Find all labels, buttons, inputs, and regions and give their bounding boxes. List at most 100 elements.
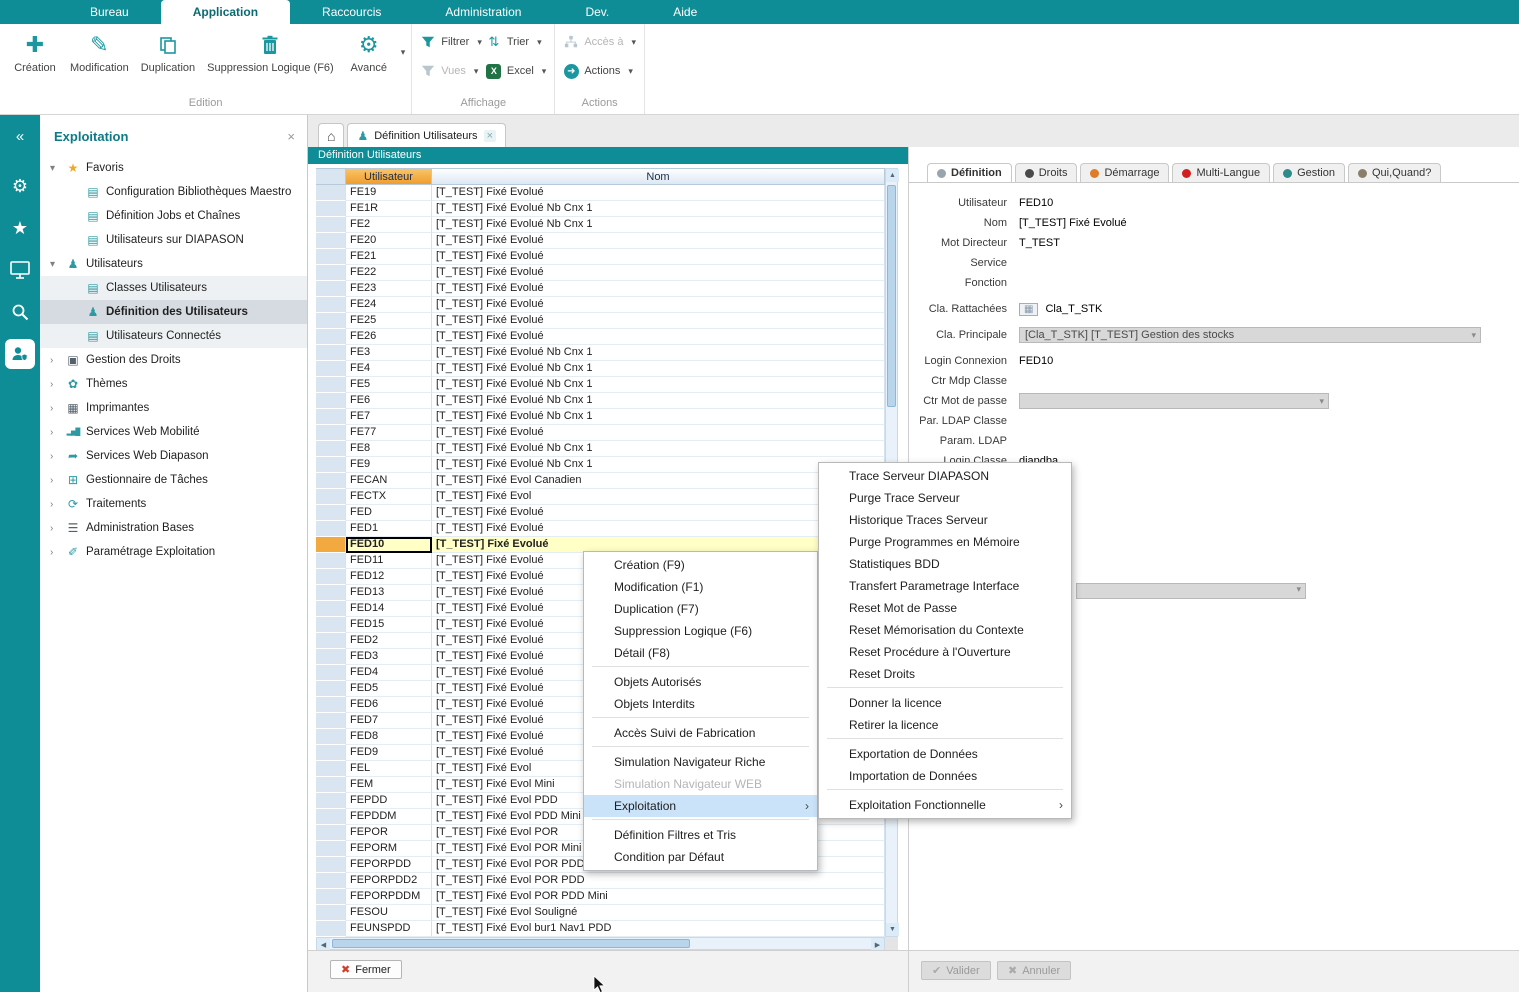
row-gutter[interactable] [316, 377, 346, 393]
cell-nom[interactable]: [T_TEST] Fixé Evolué [432, 265, 885, 281]
cell-utilisateur[interactable]: FED5 [346, 681, 432, 697]
menubar-item[interactable]: Administration [413, 0, 553, 24]
creation-button[interactable]: ✚ Création [6, 28, 64, 76]
chevron-down-icon[interactable]: ▾ [477, 37, 482, 48]
cell-nom[interactable]: [T_TEST] Fixé Evolué [432, 313, 885, 329]
row-gutter[interactable] [316, 217, 346, 233]
menu-item[interactable]: Exploitation › [584, 795, 817, 817]
cell-nom[interactable]: [T_TEST] Fixé Evolué Nb Cnx 1 [432, 217, 885, 233]
cell-nom[interactable]: [T_TEST] Fixé Evolué [432, 297, 885, 313]
submenu-item[interactable]: Donner la licence [819, 692, 1071, 714]
collapse-panel-icon[interactable]: « [0, 115, 40, 157]
row-gutter[interactable] [316, 809, 346, 825]
row-gutter[interactable] [316, 233, 346, 249]
table-row[interactable]: FE4 [T_TEST] Fixé Evolué Nb Cnx 1 [316, 361, 898, 377]
row-gutter[interactable] [316, 473, 346, 489]
row-gutter[interactable] [316, 793, 346, 809]
submenu-item[interactable]: Reset Droits [819, 663, 1071, 685]
panel-tab[interactable]: Définition [927, 163, 1012, 182]
cell-utilisateur[interactable]: FE20 [346, 233, 432, 249]
row-gutter[interactable] [316, 841, 346, 857]
table-row[interactable]: FE19 [T_TEST] Fixé Evolué [316, 185, 898, 201]
table-row[interactable]: FED [T_TEST] Fixé Evolué [316, 505, 898, 521]
chevron-icon[interactable]: › [50, 523, 64, 534]
duplication-button[interactable]: Duplication [135, 28, 201, 76]
cell-nom[interactable]: [T_TEST] Fixé Evolué [432, 281, 885, 297]
table-row[interactable]: FE5 [T_TEST] Fixé Evolué Nb Cnx 1 [316, 377, 898, 393]
header-nom[interactable]: Nom [432, 168, 885, 185]
table-row[interactable]: FED1 [T_TEST] Fixé Evolué [316, 521, 898, 537]
trier-button[interactable]: ⇅ Trier ▾ [486, 34, 546, 50]
chevron-icon[interactable]: ▾ [50, 259, 64, 270]
row-gutter[interactable] [316, 281, 346, 297]
submenu-item[interactable]: Statistiques BDD [819, 553, 1071, 575]
horizontal-scrollbar[interactable]: ◀ ▶ [316, 937, 885, 950]
menu-item[interactable]: Accès Suivi de Fabrication [584, 722, 817, 744]
submenu-item[interactable] [827, 687, 1063, 691]
row-gutter[interactable] [316, 665, 346, 681]
submenu-item[interactable]: Reset Procédure à l'Ouverture [819, 641, 1071, 663]
table-row[interactable]: FE9 [T_TEST] Fixé Evolué Nb Cnx 1 [316, 457, 898, 473]
row-gutter[interactable] [316, 729, 346, 745]
menu-item[interactable]: Simulation Navigateur WEB [584, 773, 817, 795]
star-icon[interactable]: ★ [0, 207, 40, 249]
cell-utilisateur[interactable]: FE4 [346, 361, 432, 377]
submenu-item[interactable]: Reset Mémorisation du Contexte [819, 619, 1071, 641]
chevron-icon[interactable]: › [50, 403, 64, 414]
users-admin-icon-active[interactable] [5, 339, 35, 369]
table-row[interactable]: FESOU [T_TEST] Fixé Evol Souligné [316, 905, 898, 921]
cell-utilisateur[interactable]: FE26 [346, 329, 432, 345]
row-gutter[interactable] [316, 825, 346, 841]
cell-utilisateur[interactable]: FED12 [346, 569, 432, 585]
menubar-item[interactable]: Bureau [58, 0, 161, 24]
filtrer-button[interactable]: Filtrer ▾ [420, 34, 482, 50]
panel-tab[interactable]: Droits [1015, 163, 1078, 182]
row-gutter[interactable] [316, 393, 346, 409]
chevron-down-icon[interactable]: ▾ [401, 47, 406, 58]
tree-item[interactable]: ▤ Définition Jobs et Chaînes [40, 204, 307, 228]
row-gutter[interactable] [316, 921, 346, 937]
chevron-icon[interactable]: › [50, 475, 64, 486]
row-gutter[interactable] [316, 505, 346, 521]
row-gutter[interactable] [316, 201, 346, 217]
row-gutter[interactable] [316, 313, 346, 329]
chevron-icon[interactable]: › [50, 379, 64, 390]
chevron-icon[interactable]: ▾ [50, 163, 64, 174]
cell-nom[interactable]: [T_TEST] Fixé Evolué [432, 233, 885, 249]
submenu-item[interactable]: Purge Programmes en Mémoire [819, 531, 1071, 553]
vertical-scroll-thumb[interactable] [887, 185, 896, 407]
cell-utilisateur[interactable]: FE21 [346, 249, 432, 265]
menubar-item[interactable]: Raccourcis [290, 0, 413, 24]
table-row[interactable]: FECAN [T_TEST] Fixé Evol Canadien [316, 473, 898, 489]
table-row[interactable]: FEPORPDDM [T_TEST] Fixé Evol POR PDD Min… [316, 889, 898, 905]
tree-item[interactable]: › ⟳ Traitements [40, 492, 307, 516]
cell-utilisateur[interactable]: FE8 [346, 441, 432, 457]
field-value[interactable]: Cla_T_STK [1019, 303, 1102, 315]
monitor-icon[interactable] [0, 249, 40, 291]
cell-utilisateur[interactable]: FED10 [346, 537, 432, 553]
cell-utilisateur[interactable]: FED8 [346, 729, 432, 745]
tree-item[interactable]: › ➦ Services Web Diapason [40, 444, 307, 468]
table-row[interactable]: FE7 [T_TEST] Fixé Evolué Nb Cnx 1 [316, 409, 898, 425]
cell-nom[interactable]: [T_TEST] Fixé Evolué [432, 425, 885, 441]
panel-tab[interactable]: Multi-Langue [1172, 163, 1270, 182]
suppression-button[interactable]: Suppression Logique (F6) [201, 28, 340, 76]
row-gutter[interactable] [316, 489, 346, 505]
menu-item[interactable] [592, 746, 809, 750]
table-row[interactable]: FE24 [T_TEST] Fixé Evolué [316, 297, 898, 313]
home-tab[interactable]: ⌂ [318, 123, 344, 147]
cell-utilisateur[interactable]: FE2 [346, 217, 432, 233]
tree-item[interactable]: ▤ Utilisateurs Connectés [40, 324, 307, 348]
cell-utilisateur[interactable]: FE25 [346, 313, 432, 329]
tree-item[interactable]: ▾ ♟ Utilisateurs [40, 252, 307, 276]
menu-item[interactable]: Duplication (F7) [584, 598, 817, 620]
cell-utilisateur[interactable]: FECTX [346, 489, 432, 505]
row-gutter[interactable] [316, 745, 346, 761]
excel-button[interactable]: X Excel ▾ [486, 63, 546, 79]
cell-utilisateur[interactable]: FEL [346, 761, 432, 777]
field-value[interactable]: [Cla_T_STK] [T_TEST] Gestion des stocks [1019, 327, 1481, 343]
cell-nom[interactable]: [T_TEST] Fixé Evol bur1 Nav1 PDD [432, 921, 885, 937]
submenu-item[interactable]: Transfert Parametrage Interface [819, 575, 1071, 597]
row-gutter[interactable] [316, 425, 346, 441]
field-value[interactable]: [T_TEST] Fixé Evolué [1019, 217, 1127, 229]
